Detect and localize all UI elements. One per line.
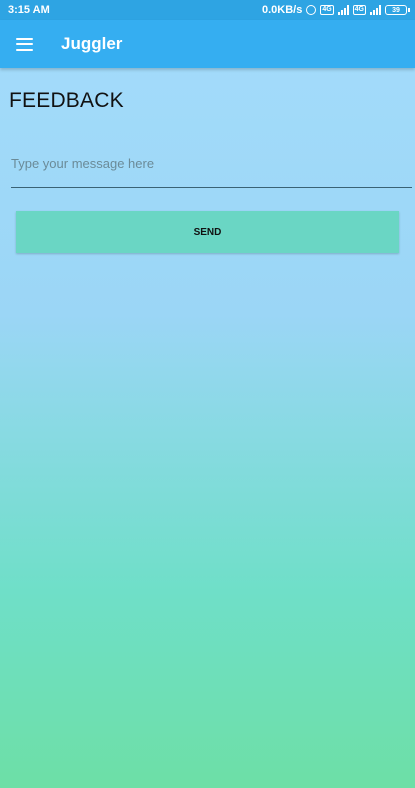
alarm-icon (306, 4, 317, 16)
sim2-badge: 4G (352, 5, 366, 15)
app-title: Juggler (61, 34, 123, 53)
hamburger-menu-icon (15, 37, 33, 51)
battery-level: 39 (392, 6, 400, 14)
signal-icon (370, 5, 381, 15)
battery-icon: 39 (385, 5, 410, 15)
status-time: 3:15 AM (8, 4, 50, 16)
app-bar: Juggler (0, 20, 415, 68)
signal-icon (337, 5, 349, 15)
sim1-badge: 4G (320, 5, 334, 15)
network-speed: 0.0KB/s (261, 4, 303, 16)
status-bar: 3:15 AM 0.0KB/s 4G 4G 39 (0, 0, 415, 20)
send-button[interactable]: SEND (16, 211, 399, 253)
status-indicators: 0.0KB/s 4G 4G 39 (261, 4, 410, 16)
menu-button[interactable] (0, 20, 48, 68)
message-input[interactable] (11, 140, 412, 188)
page-title: FEEDBACK (9, 89, 124, 112)
